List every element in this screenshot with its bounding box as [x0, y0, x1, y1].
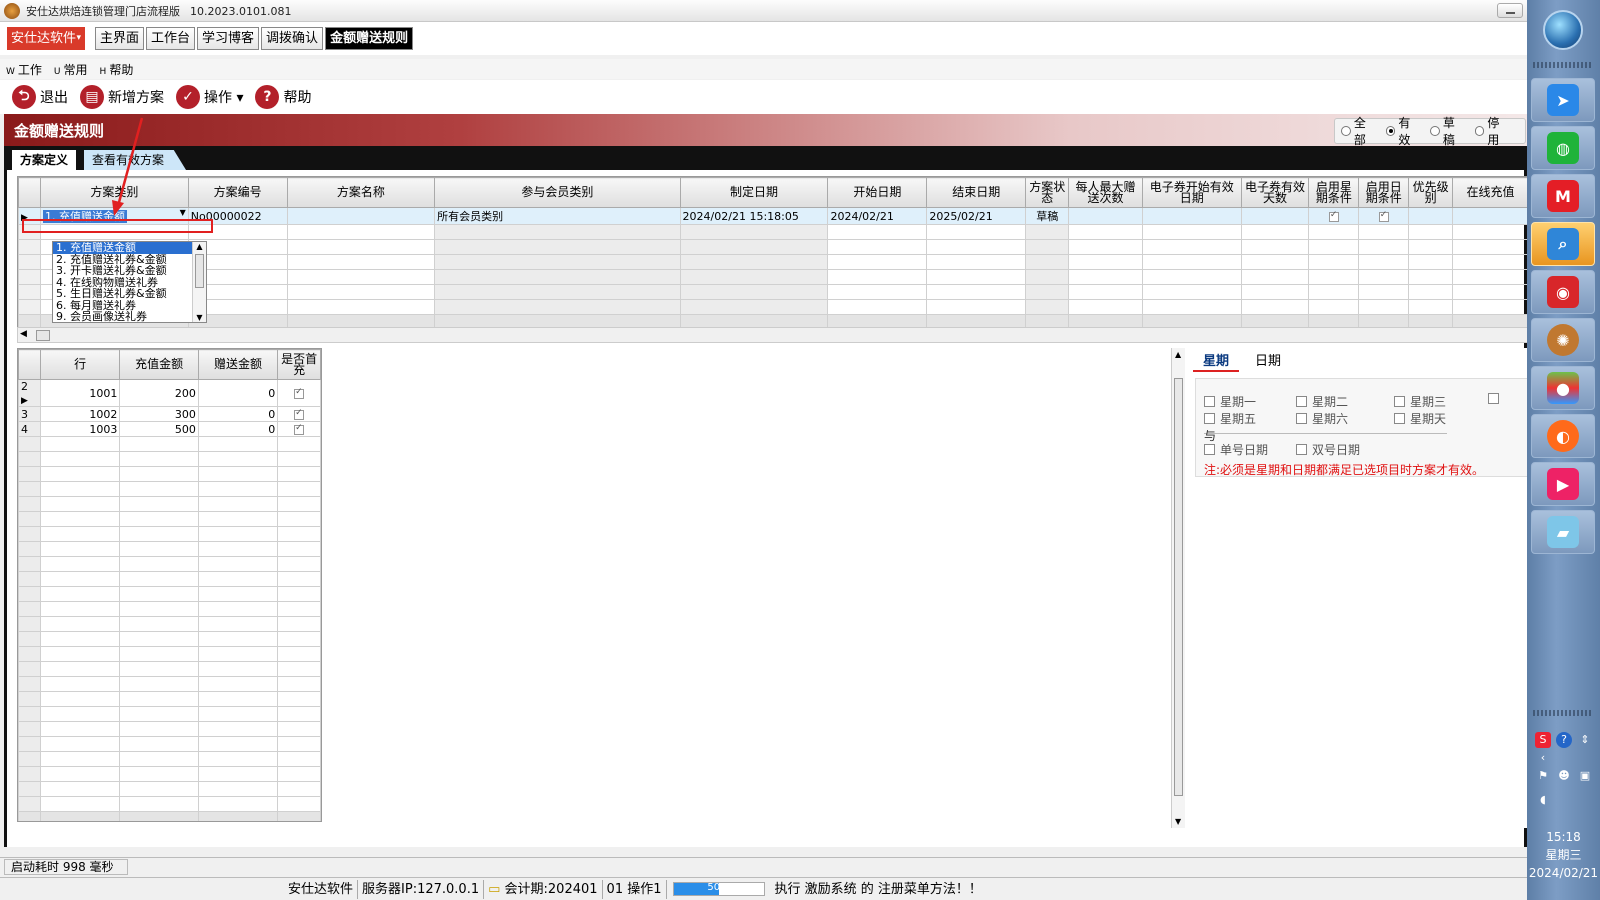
annotation-arrow — [112, 117, 144, 216]
